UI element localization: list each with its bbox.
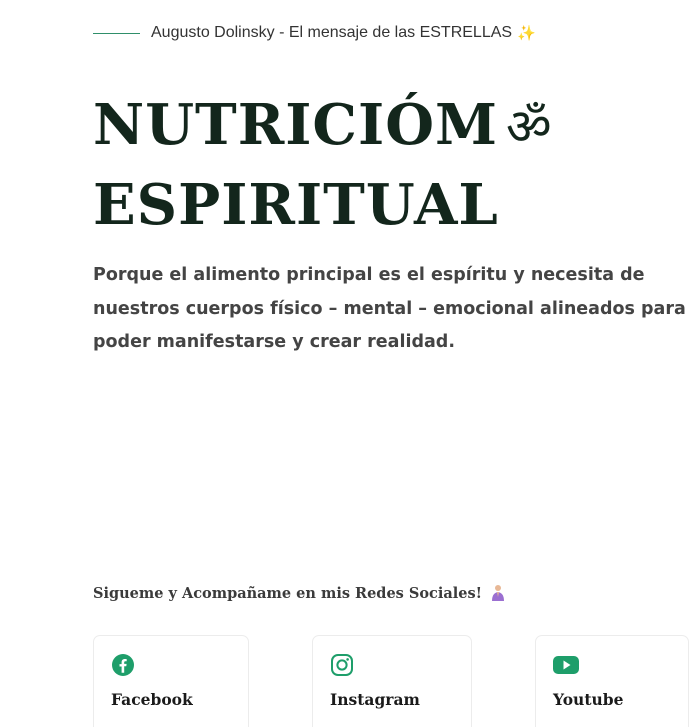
youtube-icon [553,653,579,677]
page-title-line-2: ESPIRITUAL [93,172,499,238]
facebook-icon [111,653,135,677]
facebook-label: Facebook [111,690,193,709]
social-heading-text: Sigueme y Acompañame en mis Redes Social… [93,584,483,602]
youtube-label: Youtube [553,690,624,709]
tagline: Augusto Dolinsky - El mensaje de las EST… [93,22,536,44]
youtube-link-card[interactable]: Youtube [535,635,689,727]
page-title: NUTRICIÓM ॐ ESPIRITUAL [93,86,693,244]
hero-description: Porque el alimento principal es el espír… [93,265,686,352]
instagram-icon [330,653,354,677]
instagram-link-card[interactable]: Instagram [312,635,472,727]
praying-hands-icon [489,584,507,602]
om-icon: ॐ [505,98,553,156]
social-heading: Sigueme y Acompañame en mis Redes Social… [93,584,507,602]
page-title-line-1: NUTRICIÓM [93,92,498,158]
tagline-text: Augusto Dolinsky - El mensaje de las EST… [151,24,513,41]
facebook-link-card[interactable]: Facebook [93,635,249,727]
tagline-divider [93,32,140,34]
sparkles-icon: ✨ [517,24,536,42]
instagram-label: Instagram [330,690,420,709]
